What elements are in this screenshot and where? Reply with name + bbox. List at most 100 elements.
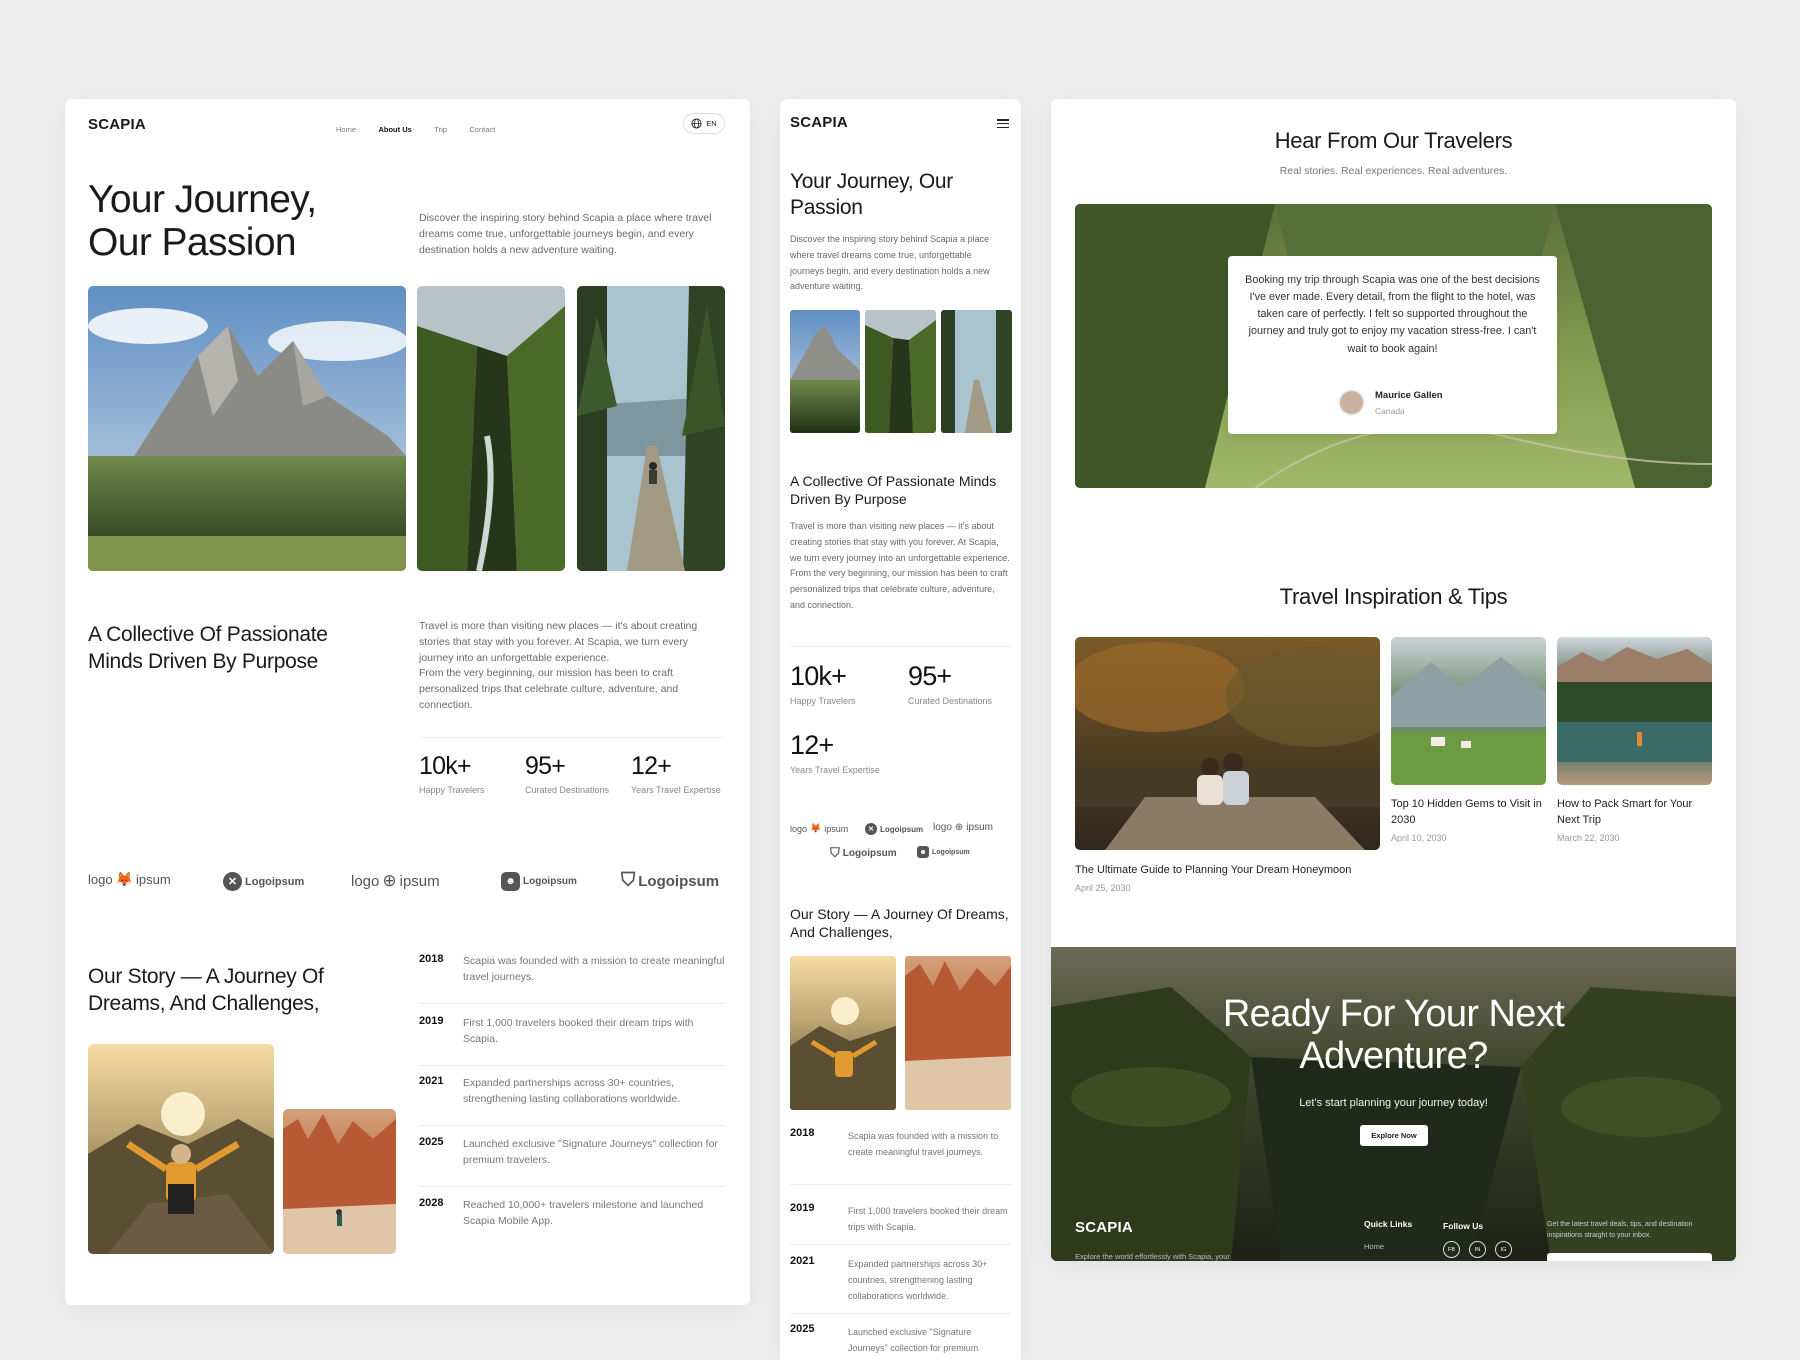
blog-post-3[interactable]: How to Pack Smart for Your Next Trip Mar… — [1557, 797, 1712, 843]
brand-logo[interactable]: SCAPIA — [88, 116, 146, 133]
footer-link-home[interactable]: Home — [1364, 1242, 1384, 1251]
stat-label: Happy Travelers — [790, 696, 856, 706]
language-switcher[interactable]: EN — [683, 113, 725, 134]
collective-para2: From the very beginning, our mission has… — [419, 667, 679, 711]
timeline-text: First 1,000 travelers booked their dream… — [848, 1206, 1008, 1232]
linkedin-icon[interactable]: IN — [1469, 1241, 1486, 1258]
testimonials-title: Hear From Our Travelers — [1274, 128, 1513, 153]
cta-title: Ready For Your Next Adventure? — [1051, 993, 1736, 1078]
partner-logo-text: logo — [933, 822, 952, 833]
blog-date: March 22, 2030 — [1557, 832, 1620, 843]
partner-logo-text: ipsum — [399, 872, 440, 890]
cta-title-line2: Adventure? — [1299, 1034, 1488, 1077]
blog-title[interactable]: Top 10 Hidden Gems to Visit in 2030 — [1391, 797, 1546, 829]
cta-subtitle: Let's start planning your journey today! — [1299, 1097, 1488, 1109]
blog-title[interactable]: How to Pack Smart for Your Next Trip — [1557, 797, 1712, 829]
timeline-item: 2028 Reached 10,000+ travelers milestone … — [419, 1197, 725, 1248]
timeline-text: Expanded partnerships across 30+ countri… — [463, 1077, 681, 1106]
stats-divider — [419, 737, 725, 738]
partner-logo-text: Logoipsum — [523, 876, 577, 887]
main-nav: Home About Us Trip Contact — [336, 119, 513, 137]
facebook-icon[interactable]: FB — [1443, 1241, 1460, 1258]
fox-icon: 🦊 — [810, 823, 822, 833]
inspiration-title: Travel Inspiration & Tips — [1279, 584, 1508, 609]
nav-contact[interactable]: Contact — [469, 125, 495, 134]
desktop-page: SCAPIA Home About Us Trip Contact EN You… — [65, 99, 750, 1305]
stat-value: 10k+ — [419, 752, 472, 780]
blog-post-2[interactable]: Top 10 Hidden Gems to Visit in 2030 Apri… — [1391, 797, 1546, 843]
timeline-year: 2021 — [419, 1075, 444, 1087]
timeline-text: Scapia was founded with a mission to cre… — [463, 955, 725, 984]
shield-icon: ⛉ — [621, 870, 636, 891]
blog-title[interactable]: The Ultimate Guide to Planning Your Drea… — [1075, 863, 1380, 879]
partner-logo-text: Logoipsum — [638, 872, 720, 890]
stat-travelers: 10k+ Happy Travelers — [419, 752, 485, 795]
story-title-line2: Dreams, And Challenges, — [88, 992, 320, 1016]
partner-logo-text: ipsum — [136, 872, 171, 887]
hero-description: Discover the inspiring story behind Scap… — [790, 234, 990, 292]
nav-home[interactable]: Home — [336, 125, 356, 134]
timeline-year: 2025 — [419, 1136, 444, 1148]
follow-us-title: Follow Us — [1443, 1221, 1484, 1231]
stat-years: 12+ Years Travel Expertise — [790, 730, 880, 775]
timeline-year: 2025 — [790, 1323, 815, 1335]
stat-value: 10k+ — [790, 661, 847, 691]
globe-icon — [691, 118, 702, 129]
nav-trip[interactable]: Trip — [434, 125, 447, 134]
target-icon: ⊕ — [382, 871, 397, 890]
timeline-year: 2018 — [790, 1127, 815, 1139]
timeline-item: 2018 Scapia was founded with a mission to… — [419, 953, 725, 1004]
hamburger-menu-icon[interactable] — [997, 119, 1009, 129]
stats-divider — [790, 646, 1011, 647]
timeline-text: Expanded partnerships across 30+ countri… — [848, 1259, 988, 1301]
partner-logo-text: logo — [351, 872, 380, 890]
testimonial-author: Maurice Gallen — [1375, 390, 1443, 401]
face-icon: ☻ — [917, 846, 929, 858]
partner-logo-3: logo ⊕ ipsum — [351, 871, 440, 891]
explore-now-button[interactable]: Explore Now — [1360, 1125, 1428, 1146]
forest-trail-photo — [941, 310, 1012, 433]
hero-title-line1: Your Journey, — [88, 178, 317, 221]
partner-logo-5: ⛉ Logoipsum — [621, 870, 719, 892]
mountain-photo — [790, 310, 860, 433]
timeline-text: Scapia was founded with a mission to cre… — [848, 1131, 999, 1157]
shield-icon: ⛉ — [830, 845, 840, 860]
footer-tagline: Explore the world effortlessly with Scap… — [1075, 1252, 1230, 1261]
partner-logo-text: Logoipsum — [880, 824, 924, 834]
blog-image-hidden-gems[interactable] — [1391, 637, 1546, 785]
footer-brand-logo[interactable]: SCAPIA — [1075, 1219, 1133, 1236]
partner-logo-2: ✕ Logoipsum — [865, 823, 923, 835]
stat-label: Curated Destinations — [525, 785, 610, 795]
blog-image-honeymoon[interactable] — [1075, 637, 1380, 850]
cross-icon: ✕ — [865, 823, 877, 835]
collective-para2: From the very beginning, our mission has… — [790, 568, 1008, 610]
hero-title: Your Journey, Our Passion — [790, 170, 953, 219]
blog-post-1[interactable]: The Ultimate Guide to Planning Your Drea… — [1075, 863, 1380, 893]
instagram-icon[interactable]: IG — [1495, 1241, 1512, 1258]
forest-trail-photo — [577, 286, 725, 571]
partner-logo-text: logo — [88, 872, 113, 887]
nav-about[interactable]: About Us — [378, 125, 411, 134]
stat-label: Curated Destinations — [908, 696, 993, 706]
brand-logo[interactable]: SCAPIA — [790, 114, 848, 131]
timeline-item: 2018 Scapia was founded with a mission to… — [790, 1127, 1011, 1185]
timeline-item: 2021 Expanded partnerships across 30+ cou… — [419, 1075, 725, 1126]
newsletter-email-input[interactable] — [1547, 1253, 1712, 1261]
partner-logo-text: Logoipsum — [842, 847, 897, 859]
timeline-item: 2021 Expanded partnerships across 30+ cou… — [790, 1255, 1011, 1314]
stat-destinations: 95+ Curated Destinations — [908, 661, 992, 706]
fox-icon: 🦊 — [115, 871, 134, 887]
target-icon: ⊕ — [954, 822, 964, 833]
blog-image-pack-smart[interactable] — [1557, 637, 1712, 785]
collective-para1: Travel is more than visiting new places … — [790, 521, 1010, 563]
timeline-item: 2019 First 1,000 travelers booked their d… — [790, 1202, 1011, 1245]
stat-value: 95+ — [908, 661, 952, 691]
stat-label: Happy Travelers — [419, 785, 485, 795]
timeline-year: 2019 — [419, 1015, 444, 1027]
stat-label: Years Travel Expertise — [631, 785, 721, 795]
quick-links-title: Quick Links — [1364, 1219, 1413, 1229]
stat-value: 12+ — [790, 730, 834, 760]
collective-title: A Collective Of Passionate Minds Driven … — [790, 473, 997, 508]
partner-logo-2: ✕ Logoipsum — [223, 872, 304, 891]
cross-icon: ✕ — [223, 872, 242, 891]
